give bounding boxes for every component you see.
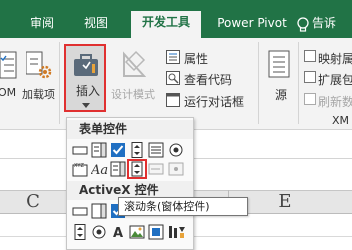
insert-label: 插入: [76, 84, 101, 98]
svg-text:A: A: [113, 226, 123, 240]
column-header-c[interactable]: C: [0, 190, 66, 214]
map-properties-label[interactable]: 映射属: [318, 50, 352, 67]
xml-source-icon[interactable]: [268, 50, 290, 81]
com-addins-icon[interactable]: [0, 50, 18, 83]
checkbox-control-icon[interactable]: [110, 142, 126, 158]
combo-list-edit-control-icon[interactable]: [110, 161, 126, 177]
ruler-triangle-icon: [122, 50, 147, 81]
insert-controls-button[interactable]: 插入: [64, 44, 106, 112]
combo-box-control-icon[interactable]: [91, 142, 107, 158]
separator: [59, 42, 60, 124]
activex-more-controls-icon[interactable]: [168, 224, 185, 240]
code-icon[interactable]: [166, 71, 180, 88]
svg-text:Aa: Aa: [91, 163, 108, 177]
chevron-down-icon: [82, 98, 90, 112]
expansion-pack-icon[interactable]: [304, 71, 316, 86]
lightbulb-icon[interactable]: [296, 17, 310, 36]
dialog-icon[interactable]: [166, 93, 180, 110]
run-dialog-label[interactable]: 运行对话框: [184, 93, 244, 110]
group-box-control-icon[interactable]: XYZ: [72, 161, 88, 177]
activex-toggle-button-icon[interactable]: [148, 224, 164, 240]
expansion-pack-label[interactable]: 扩展包: [318, 71, 352, 88]
refresh-icon[interactable]: [304, 93, 316, 108]
activex-label-icon[interactable]: A: [110, 224, 126, 240]
toolbox-icon: [73, 52, 99, 81]
addins-label[interactable]: 加载项: [22, 86, 55, 102]
column-header-e[interactable]: E: [240, 190, 330, 214]
activex-spin-button-icon[interactable]: [72, 224, 88, 240]
properties-icon[interactable]: [166, 50, 180, 67]
view-code-label[interactable]: 查看代码: [184, 71, 232, 88]
option-button-control-icon[interactable]: [168, 142, 184, 158]
tab-developer[interactable]: 开发工具: [131, 11, 201, 38]
combo-drop-down-edit-icon: [148, 161, 164, 177]
xml-group-label: XM: [332, 114, 350, 127]
tab-power-pivot[interactable]: Power Pivot: [212, 12, 292, 38]
form-controls-header: 表单控件: [67, 120, 193, 139]
svg-text:XYZ: XYZ: [74, 163, 84, 169]
scroll-bar-control-icon[interactable]: [127, 159, 147, 179]
separator: [258, 42, 259, 124]
separator: [298, 42, 299, 124]
activex-combo-box-icon[interactable]: [91, 203, 107, 219]
tell-me-box[interactable]: 告诉: [312, 12, 336, 38]
activex-option-button-icon[interactable]: [91, 224, 107, 240]
button-control-icon[interactable]: [72, 142, 88, 158]
gear-icon[interactable]: [25, 50, 52, 83]
list-box-control-icon[interactable]: [148, 142, 164, 158]
design-mode-label: 设计模式: [111, 88, 155, 101]
activex-command-button-icon[interactable]: [72, 203, 88, 219]
com-addins-label[interactable]: OM: [0, 86, 16, 99]
properties-label[interactable]: 属性: [184, 50, 208, 67]
scroll-bar-tooltip: 滚动条(窗体控件): [118, 197, 248, 216]
spin-button-control-icon[interactable]: [129, 142, 145, 158]
tab-view[interactable]: 视图: [76, 12, 116, 38]
tab-review[interactable]: 审阅: [22, 12, 62, 38]
refresh-data-label[interactable]: 刷新数: [318, 93, 352, 110]
insert-controls-dropdown: 表单控件 XYZ Aa ActiveX 控件 A: [66, 117, 194, 250]
map-properties-icon[interactable]: [304, 50, 316, 65]
ribbon-tab-bar: 审阅 视图 开发工具 Power Pivot 告诉: [0, 0, 352, 38]
source-label[interactable]: 源: [275, 86, 287, 103]
label-control-icon[interactable]: Aa: [91, 161, 109, 177]
dialog-control-icon: [168, 161, 184, 177]
activex-image-icon[interactable]: [129, 224, 145, 240]
